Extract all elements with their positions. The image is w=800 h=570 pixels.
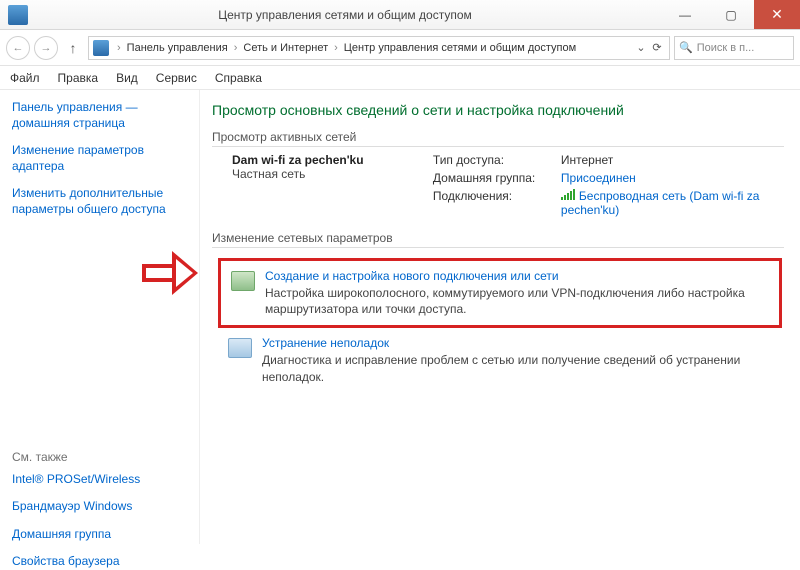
homegroup-link[interactable]: Присоединен <box>561 171 784 185</box>
app-icon <box>8 5 28 25</box>
sidebar-see-also-header: См. также <box>12 450 187 464</box>
address-bar[interactable]: › Панель управления › Сеть и Интернет › … <box>88 36 670 60</box>
new-connection-icon <box>231 271 255 291</box>
main-heading: Просмотр основных сведений о сети и наст… <box>212 102 784 118</box>
new-connection-link[interactable]: Создание и настройка нового подключения … <box>265 269 769 283</box>
connection-link[interactable]: Беспроводная сеть (Dam wi-fi za pechen'k… <box>561 189 784 217</box>
menu-edit[interactable]: Правка <box>58 71 99 85</box>
highlight-annotation: Создание и настройка нового подключения … <box>218 258 782 328</box>
new-connection-desc: Настройка широкополосного, коммутируемог… <box>265 285 769 317</box>
main-panel: Просмотр основных сведений о сети и наст… <box>200 90 800 544</box>
connection-name: Беспроводная сеть (Dam wi-fi za pechen'k… <box>561 189 760 217</box>
chevron-right-icon: › <box>115 42 123 54</box>
access-type-value: Интернет <box>561 153 784 167</box>
wifi-signal-icon <box>561 190 575 200</box>
dropdown-chevron-icon[interactable]: ⌄ <box>633 41 649 54</box>
chevron-right-icon: › <box>332 42 340 54</box>
toolbar: ← → ↑ › Панель управления › Сеть и Интер… <box>0 30 800 66</box>
access-type-label: Тип доступа: <box>433 153 553 167</box>
maximize-button[interactable]: ▢ <box>708 0 754 29</box>
search-placeholder: Поиск в п... <box>697 42 755 54</box>
menu-help[interactable]: Справка <box>215 71 262 85</box>
sidebar-link-intel[interactable]: Intel® PROSet/Wireless <box>12 472 187 488</box>
homegroup-label: Домашняя группа: <box>433 171 553 185</box>
menubar: Файл Правка Вид Сервис Справка <box>0 66 800 90</box>
connections-label: Подключения: <box>433 189 553 217</box>
sidebar-link-browser[interactable]: Свойства браузера <box>12 554 187 570</box>
chevron-right-icon: › <box>232 42 240 54</box>
close-button[interactable]: ✕ <box>754 0 800 29</box>
active-networks-label: Просмотр активных сетей <box>212 130 784 144</box>
sidebar-link-homegroup[interactable]: Домашняя группа <box>12 527 187 543</box>
breadcrumb-item[interactable]: Панель управления <box>123 42 232 54</box>
search-input[interactable]: 🔍 Поиск в п... <box>674 36 794 60</box>
menu-file[interactable]: Файл <box>10 71 40 85</box>
network-type: Частная сеть <box>232 167 413 181</box>
sidebar-link-firewall[interactable]: Брандмауэр Windows <box>12 499 187 515</box>
search-icon: 🔍 <box>679 41 693 54</box>
menu-service[interactable]: Сервис <box>156 71 197 85</box>
breadcrumb-item[interactable]: Сеть и Интернет <box>239 42 332 54</box>
change-settings-label: Изменение сетевых параметров <box>212 231 784 245</box>
troubleshoot-icon <box>228 338 252 358</box>
titlebar: Центр управления сетями и общим доступом… <box>0 0 800 30</box>
up-button[interactable]: ↑ <box>62 37 84 59</box>
forward-button[interactable]: → <box>34 36 58 60</box>
back-button[interactable]: ← <box>6 36 30 60</box>
sidebar: Панель управления — домашняя страница Из… <box>0 90 200 544</box>
troubleshoot-link[interactable]: Устранение неполадок <box>262 336 774 350</box>
window-title: Центр управления сетями и общим доступом <box>28 8 662 22</box>
sidebar-link-adapter[interactable]: Изменение параметров адаптера <box>12 143 187 174</box>
network-icon <box>93 40 109 56</box>
sidebar-link-sharing[interactable]: Изменить дополнительные параметры общего… <box>12 186 187 217</box>
menu-view[interactable]: Вид <box>116 71 138 85</box>
network-name: Dam wi-fi za pechen'ku <box>232 153 413 167</box>
breadcrumb-item[interactable]: Центр управления сетями и общим доступом <box>340 42 580 54</box>
minimize-button[interactable]: — <box>662 0 708 29</box>
troubleshoot-desc: Диагностика и исправление проблем с сеть… <box>262 352 774 384</box>
refresh-icon[interactable]: ⟳ <box>649 41 665 54</box>
sidebar-link-home[interactable]: Панель управления — домашняя страница <box>12 100 187 131</box>
